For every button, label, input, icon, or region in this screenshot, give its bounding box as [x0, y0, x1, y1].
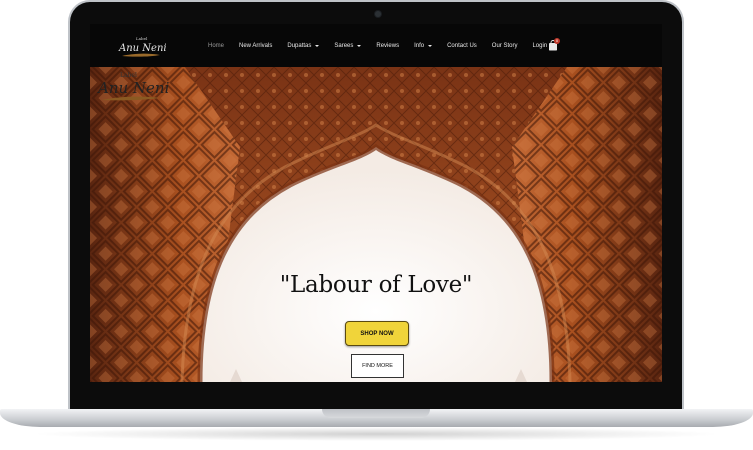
nav-new-arrivals-label: New Arrivals — [239, 42, 273, 49]
hero-logo-name: Anu Neni — [96, 79, 170, 97]
nav-home-label: Home — [208, 42, 225, 49]
shop-now-button[interactable]: SHOP NOW — [345, 321, 409, 346]
nav-our-story[interactable]: Our Story — [492, 43, 518, 49]
webcam-icon — [375, 11, 381, 17]
chevron-down-icon — [315, 44, 320, 47]
nav-login-label: Login — [532, 42, 548, 49]
nav-info[interactable]: Info — [414, 42, 433, 49]
laptop-shadow — [30, 427, 723, 441]
nav-home[interactable]: Home — [208, 43, 224, 49]
nav-sarees-label: Sarees — [334, 42, 354, 49]
nav-dupattas[interactable]: Dupattas — [287, 42, 320, 49]
find-more-button[interactable]: FIND MORE — [351, 354, 404, 378]
laptop-screen: Label Anu Neni "Labour of Love" SHOP NOW… — [90, 24, 662, 382]
hero-banner: Label Anu Neni "Labour of Love" SHOP NOW… — [90, 67, 662, 382]
nav-info-label: Info — [414, 42, 425, 49]
brand-name: Anu Neni — [118, 43, 166, 54]
nav-dupattas-label: Dupattas — [287, 42, 312, 49]
hero-headline: "Labour of Love" — [279, 272, 473, 298]
hero-logo-label: Label — [120, 72, 137, 79]
nav-contact-us[interactable]: Contact Us — [447, 43, 477, 49]
nav-sarees[interactable]: Sarees — [334, 42, 362, 49]
chevron-down-icon — [357, 44, 362, 47]
nav-new-arrivals[interactable]: New Arrivals — [239, 43, 272, 49]
cart-count-badge: 0 — [554, 38, 560, 44]
nav-reviews-label: Reviews — [376, 42, 400, 49]
laptop-base-notch — [322, 409, 430, 418]
nav-our-story-label: Our Story — [491, 42, 518, 49]
top-navigation: Label Anu Neni Home New Arrivals Dupatta… — [90, 24, 662, 67]
brand-label: Label — [136, 36, 148, 41]
nav-contact-us-label: Contact Us — [447, 42, 477, 49]
nav-links: Home New Arrivals Dupattas Sarees Review… — [208, 24, 562, 67]
chevron-down-icon — [428, 44, 433, 47]
nav-login[interactable]: Login — [532, 43, 547, 49]
hero-brand-logo: Label Anu Neni — [96, 72, 170, 101]
nav-reviews[interactable]: Reviews — [376, 43, 399, 49]
brand-logo[interactable]: Label Anu Neni — [116, 33, 166, 61]
